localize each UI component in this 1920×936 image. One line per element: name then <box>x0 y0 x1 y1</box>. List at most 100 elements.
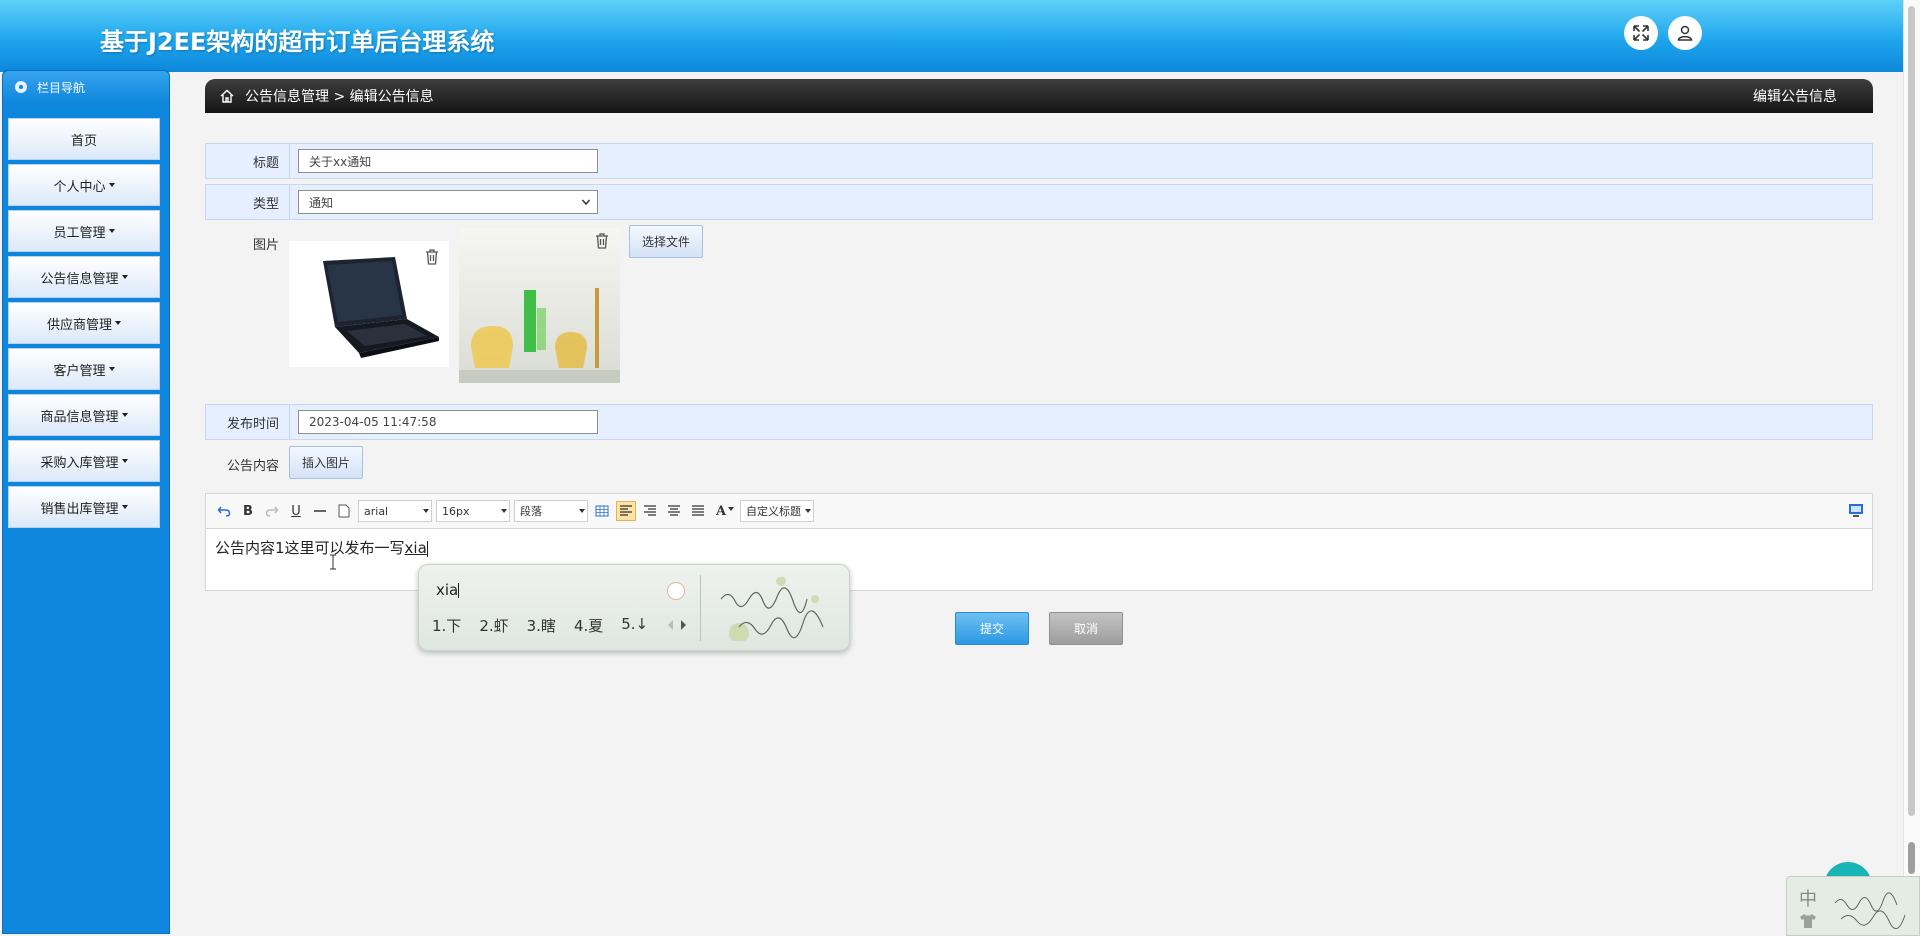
preview-icon[interactable] <box>1848 502 1864 522</box>
top-header: 基于J2EE架构的超市订单后台理系统 <box>0 0 1903 72</box>
caret-down-icon <box>121 275 128 279</box>
app-title: 基于J2EE架构的超市订单后台理系统 <box>100 28 495 56</box>
custom-title-select[interactable]: 自定义标题 <box>740 500 814 522</box>
sidebar-item[interactable]: 商品信息管理 <box>8 394 160 436</box>
ime-skin-decoration-icon <box>720 577 824 641</box>
sidebar-item-label: 员工管理 <box>53 225 106 241</box>
delete-image-2-icon[interactable] <box>594 232 610 250</box>
image-label: 图片 <box>252 237 279 253</box>
scrollbar-thumb-lower[interactable] <box>1908 842 1915 874</box>
align-justify-icon[interactable] <box>688 501 708 521</box>
horizontal-rule-icon[interactable] <box>310 501 330 521</box>
breadcrumb: 公告信息管理 > 编辑公告信息 编辑公告信息 <box>205 79 1873 113</box>
sidebar-item[interactable]: 客户管理 <box>8 348 160 390</box>
sidebar-item[interactable]: 供应商管理 <box>8 302 160 344</box>
ime-pinyin-text: xia <box>436 581 460 599</box>
publish-time-input[interactable]: 2023-04-05 11:47:58 <box>298 410 598 434</box>
caret-down-icon <box>108 229 115 233</box>
font-family-select[interactable]: arial <box>358 500 432 522</box>
ibeam-cursor-icon <box>330 554 336 570</box>
breadcrumb-path: 公告信息管理 > 编辑公告信息 <box>245 89 434 105</box>
choose-file-button[interactable]: 选择文件 <box>629 225 703 258</box>
user-button[interactable] <box>1668 16 1702 50</box>
ime-divider <box>700 575 701 641</box>
paragraph-select[interactable]: 段落 <box>514 500 588 522</box>
insert-image-button[interactable]: 插入图片 <box>289 446 363 479</box>
type-select[interactable]: 通知 <box>298 190 598 214</box>
sidebar-item[interactable]: 采购入库管理 <box>8 440 160 482</box>
ime-bar-decoration-icon <box>1834 892 1906 929</box>
align-left-icon[interactable] <box>616 501 636 521</box>
content-row: 公告内容 <box>205 446 1873 482</box>
image-row: 图片 <box>205 225 1873 385</box>
ime-page-arrows-icon[interactable] <box>666 619 688 631</box>
delete-image-1-icon[interactable] <box>424 248 440 266</box>
submit-button[interactable]: 提交 <box>955 612 1029 645</box>
paragraph-value: 段落 <box>520 505 542 518</box>
sidebar-item-label: 个人中心 <box>53 179 106 195</box>
content-label: 公告内容 <box>226 458 279 474</box>
home-icon[interactable] <box>219 88 235 104</box>
title-input[interactable]: 关于xx通知 <box>298 149 598 173</box>
sidebar-item-label: 首页 <box>70 133 97 149</box>
underline-icon[interactable]: U <box>286 501 306 521</box>
ime-candidate[interactable]: 3.瞎 <box>527 615 556 636</box>
expand-arrows-icon <box>1633 25 1649 41</box>
sidebar-item-label: 供应商管理 <box>46 317 112 333</box>
ime-candidate[interactable]: 2.虾 <box>479 615 508 636</box>
editor-toolbar: B U arial 16px 段落 A 自定义标题 <box>205 493 1873 529</box>
font-color-icon[interactable]: A <box>712 501 736 521</box>
sidebar-item[interactable]: 个人中心 <box>8 164 160 206</box>
ime-candidate-window[interactable]: xia 1.下 2.虾 3.瞎 4.夏 5.↓ <box>418 564 850 651</box>
type-select-value: 通知 <box>309 195 334 210</box>
font-size-select[interactable]: 16px <box>436 500 510 522</box>
sidebar-item[interactable]: 销售出库管理 <box>8 486 160 528</box>
ime-status-bar[interactable]: 中 <box>1786 876 1920 936</box>
sidebar-item-label: 商品信息管理 <box>40 409 119 425</box>
caret-down-icon <box>121 459 128 463</box>
type-row: 类型 通知 <box>205 184 1873 220</box>
redo-icon[interactable] <box>262 501 282 521</box>
ime-logo-icon <box>667 582 685 600</box>
ime-candidate[interactable]: 4.夏 <box>574 615 603 636</box>
align-right-icon[interactable] <box>640 501 660 521</box>
sidebar-item[interactable]: 公告信息管理 <box>8 256 160 298</box>
lab-glassware-photo <box>459 228 620 383</box>
editor-content-text: 公告内容1这里可以发布一写 <box>215 539 405 557</box>
font-family-value: arial <box>364 504 389 518</box>
caret-down-icon <box>108 367 115 371</box>
title-label: 标题 <box>206 144 290 178</box>
caret-down-icon <box>121 505 128 509</box>
bold-icon[interactable]: B <box>238 501 258 521</box>
publish-time-row: 发布时间 2023-04-05 11:47:58 <box>205 404 1873 440</box>
nav-dot-icon <box>15 81 27 93</box>
align-center-icon[interactable] <box>664 501 684 521</box>
ime-mode-indicator[interactable]: 中 <box>1799 885 1817 911</box>
fullscreen-button[interactable] <box>1624 16 1658 50</box>
sidebar-item[interactable]: 员工管理 <box>8 210 160 252</box>
image-thumbnail-chemistry[interactable] <box>459 228 620 383</box>
chevron-down-icon <box>581 199 591 206</box>
sidebar-item-label: 客户管理 <box>53 363 106 379</box>
text-cursor <box>426 540 428 557</box>
ime-skin-shirt-icon[interactable] <box>1799 913 1817 929</box>
caret-down-icon <box>108 183 115 187</box>
custom-title-value: 自定义标题 <box>746 505 801 518</box>
sidebar-item[interactable]: 首页 <box>8 118 160 160</box>
user-icon <box>1677 25 1693 41</box>
ime-candidate-list: 1.下 2.虾 3.瞎 4.夏 5.↓ <box>432 615 688 636</box>
type-label: 类型 <box>206 185 290 219</box>
scrollbar-thumb[interactable] <box>1908 6 1915 816</box>
sidebar-item-label: 销售出库管理 <box>40 501 119 517</box>
ime-candidate[interactable]: 1.下 <box>432 615 461 636</box>
page-icon[interactable] <box>334 501 354 521</box>
caret-down-icon <box>121 413 128 417</box>
title-row: 标题 关于xx通知 <box>205 143 1873 179</box>
undo-icon[interactable] <box>214 501 234 521</box>
caret-down-icon <box>115 321 121 325</box>
cancel-button[interactable]: 取消 <box>1049 612 1123 645</box>
publish-time-label: 发布时间 <box>206 405 290 439</box>
ime-candidate[interactable]: 5.↓ <box>621 615 648 636</box>
table-icon[interactable] <box>592 501 612 521</box>
font-size-value: 16px <box>442 504 470 518</box>
